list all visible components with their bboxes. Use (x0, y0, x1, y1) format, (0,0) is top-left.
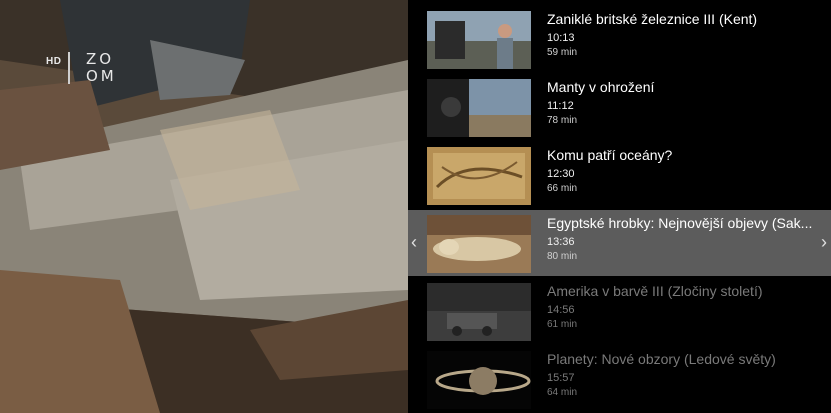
video-player[interactable]: HD ZO OM (0, 0, 408, 413)
program-title: Egyptské hrobky: Nejnovější objevy (Sak.… (547, 215, 813, 231)
program-duration: 78 min (547, 115, 578, 126)
program-duration: 66 min (547, 183, 578, 194)
program-thumbnail (427, 215, 531, 273)
hd-badge: HD (46, 56, 62, 67)
logo-text-line1: ZO (86, 50, 115, 68)
program-thumbnail (427, 283, 531, 341)
program-item[interactable]: Zaniklé britské železnice III (Kent) 10:… (408, 6, 831, 72)
logo-divider (68, 52, 70, 84)
logo-text-line2: OM (86, 67, 117, 85)
program-start-time: 12:30 (547, 168, 575, 180)
program-guide-list: Zaniklé britské železnice III (Kent) 10:… (408, 0, 831, 413)
program-start-time: 13:36 (547, 236, 575, 248)
chevron-left-icon[interactable]: ‹ (411, 232, 417, 253)
program-thumbnail (427, 11, 531, 69)
program-duration: 64 min (547, 387, 578, 398)
program-title: Komu patří oceány? (547, 147, 673, 163)
program-title: Planety: Nové obzory (Ledové světy) (547, 351, 776, 367)
program-item[interactable]: Manty v ohrožení 11:12 78 min (408, 74, 831, 140)
program-item[interactable]: Komu patří oceány? 12:30 66 min (408, 142, 831, 208)
program-item[interactable]: Amerika v barvě III (Zločiny století) 14… (408, 278, 831, 344)
program-duration: 80 min (547, 251, 578, 262)
program-start-time: 11:12 (547, 100, 574, 112)
program-item-selected[interactable]: ‹ Egyptské hrobky: Nejnovější objevy (Sa… (408, 210, 831, 276)
program-duration: 61 min (547, 319, 578, 330)
program-item[interactable]: Planety: Nové obzory (Ledové světy) 15:5… (408, 346, 831, 412)
program-title: Amerika v barvě III (Zločiny století) (547, 283, 763, 299)
program-thumbnail (427, 147, 531, 205)
program-title: Zaniklé britské železnice III (Kent) (547, 11, 758, 27)
program-duration: 59 min (547, 47, 578, 58)
program-thumbnail (427, 79, 531, 137)
program-start-time: 14:56 (547, 304, 575, 316)
program-title: Manty v ohrožení (547, 79, 655, 95)
program-thumbnail (427, 351, 531, 409)
chevron-right-icon[interactable]: › (821, 232, 827, 253)
program-start-time: 10:13 (547, 32, 575, 44)
program-start-time: 15:57 (547, 372, 575, 384)
